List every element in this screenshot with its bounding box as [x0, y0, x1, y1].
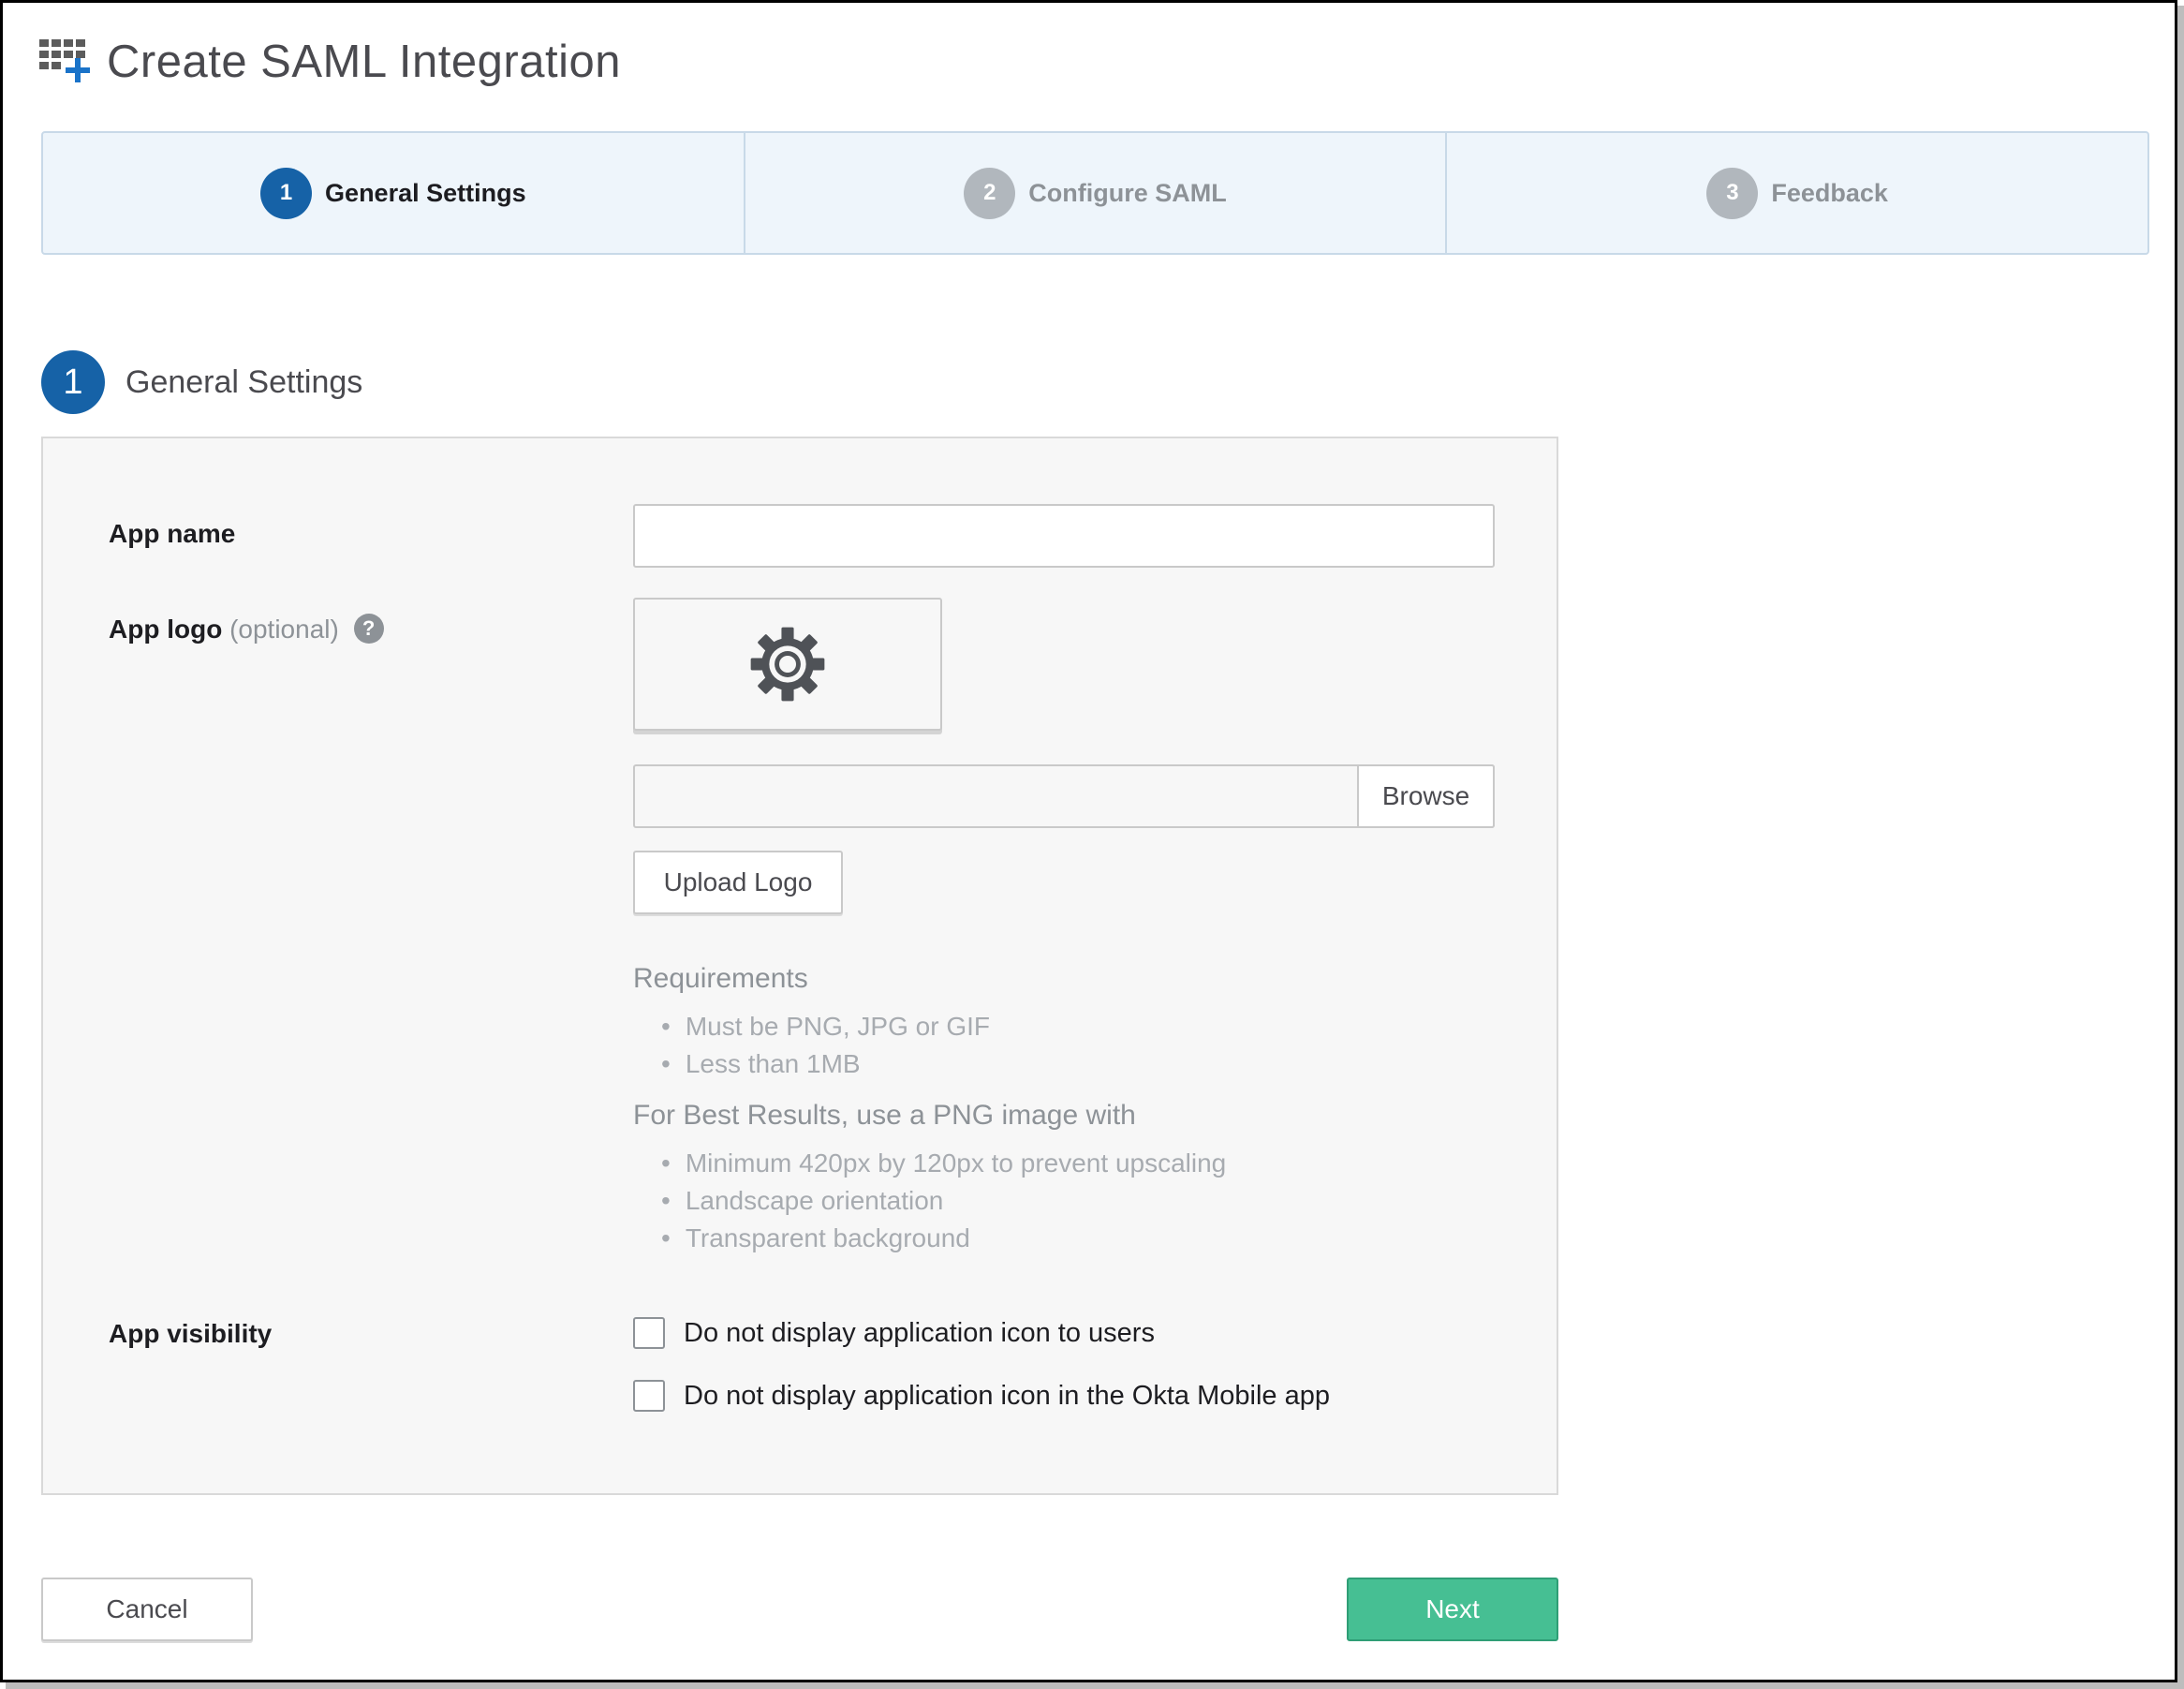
logo-preview	[633, 598, 942, 731]
app-name-label: App name	[109, 519, 236, 548]
hide-icon-mobile-checkbox[interactable]	[633, 1380, 665, 1412]
app-name-input[interactable]	[633, 504, 1495, 568]
best-results-heading: For Best Results, use a PNG image with	[633, 1100, 1136, 1131]
list-item: Transparent background	[661, 1220, 1226, 1257]
list-item: Minimum 420px by 120px to prevent upscal…	[661, 1145, 1226, 1182]
add-app-grid-icon	[39, 36, 92, 88]
gear-icon	[750, 627, 825, 702]
browse-button[interactable]: Browse	[1357, 764, 1495, 828]
frame-shadow	[2177, 6, 2184, 1689]
app-visibility-label: App visibility	[109, 1319, 273, 1348]
upload-logo-button[interactable]: Upload Logo	[633, 851, 843, 914]
requirements-list: Must be PNG, JPG or GIF Less than 1MB	[661, 1008, 990, 1083]
page-title: Create SAML Integration	[107, 37, 621, 87]
best-results-list: Minimum 420px by 120px to prevent upscal…	[661, 1145, 1226, 1257]
requirements-heading: Requirements	[633, 963, 808, 994]
section-title: General Settings	[125, 363, 363, 400]
list-item: Landscape orientation	[661, 1182, 1226, 1220]
visibility-option-users[interactable]: Do not display application icon to users	[633, 1317, 1155, 1349]
step-feedback: 3 Feedback	[1447, 133, 2147, 253]
visibility-option-mobile[interactable]: Do not display application icon in the O…	[633, 1380, 1330, 1412]
app-logo-label: App logo (optional) ?	[109, 613, 384, 646]
cancel-button[interactable]: Cancel	[41, 1578, 253, 1641]
step-number: 1	[260, 167, 313, 219]
step-configure-saml: 2 Configure SAML	[745, 133, 1448, 253]
step-number: 2	[964, 167, 1016, 219]
optional-hint: (optional)	[229, 615, 339, 644]
app-logo-label-text: App logo	[109, 615, 223, 644]
section-header: 1 General Settings	[41, 350, 362, 414]
hide-icon-users-checkbox[interactable]	[633, 1317, 665, 1349]
help-icon[interactable]: ?	[353, 613, 384, 644]
step-label: Feedback	[1771, 178, 1888, 207]
step-number: 3	[1706, 167, 1759, 219]
list-item: Less than 1MB	[661, 1045, 990, 1083]
checkbox-label[interactable]: Do not display application icon in the O…	[684, 1381, 1330, 1412]
step-label: General Settings	[325, 178, 526, 207]
list-item: Must be PNG, JPG or GIF	[661, 1008, 990, 1045]
section-number: 1	[41, 350, 105, 414]
step-general-settings: 1 General Settings	[43, 133, 745, 253]
general-settings-panel: App name App logo (optional) ? Browse Up…	[41, 437, 1558, 1495]
wizard-stepper: 1 General Settings 2 Configure SAML 3 Fe…	[41, 131, 2149, 255]
page-header: Create SAML Integration	[39, 34, 621, 90]
logo-file-field[interactable]: Browse	[633, 764, 1495, 828]
checkbox-label[interactable]: Do not display application icon to users	[684, 1318, 1155, 1349]
step-label: Configure SAML	[1028, 178, 1227, 207]
frame-shadow	[6, 1682, 2184, 1689]
next-button[interactable]: Next	[1347, 1578, 1558, 1641]
